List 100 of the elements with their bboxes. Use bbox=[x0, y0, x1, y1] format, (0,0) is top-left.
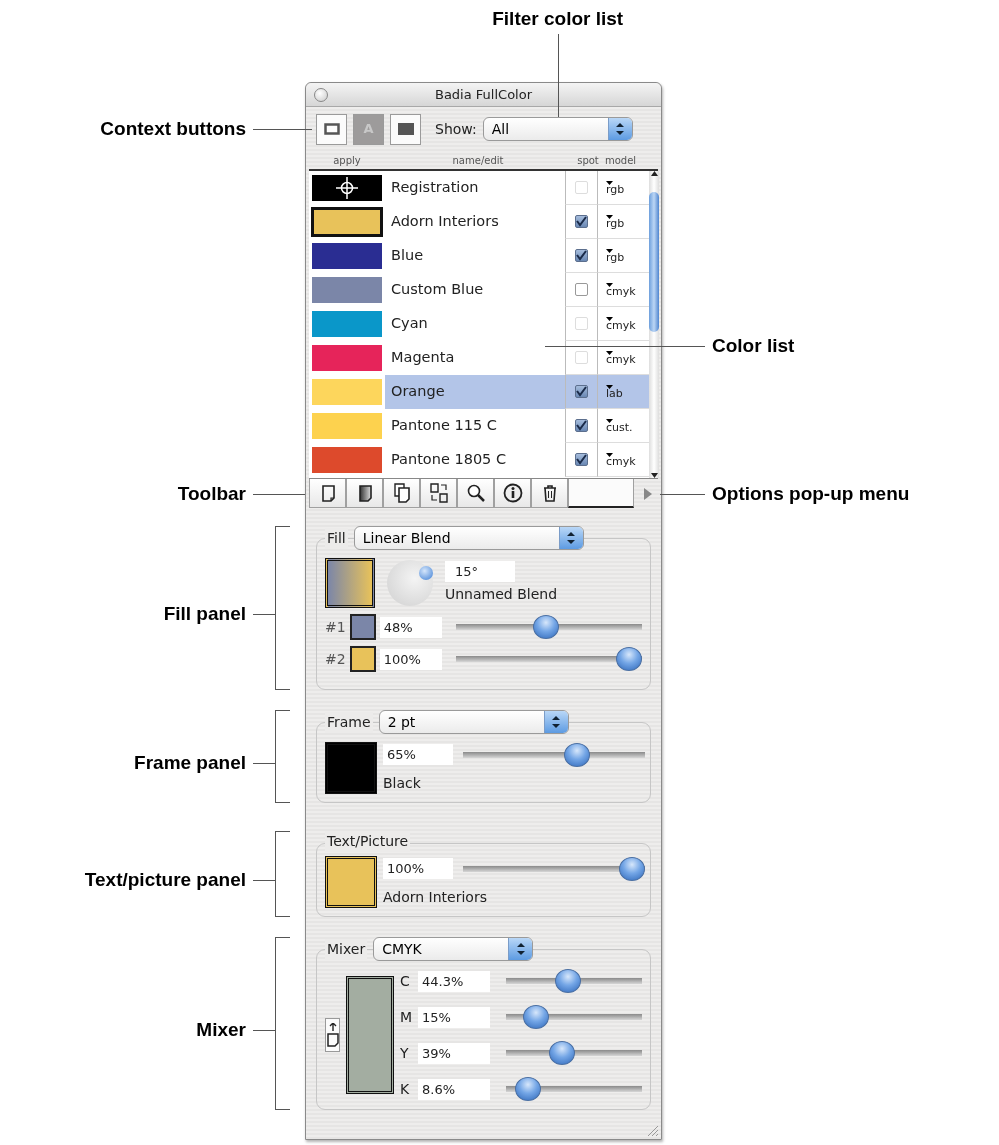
scrollbar[interactable] bbox=[649, 171, 659, 478]
color-model: cmyk bbox=[606, 354, 637, 365]
percent-field[interactable]: 48% bbox=[379, 616, 442, 638]
slider-thumb[interactable] bbox=[515, 1077, 542, 1101]
channel-label: K bbox=[400, 1079, 411, 1099]
toolbar-button[interactable] bbox=[494, 479, 531, 508]
toolbar-button[interactable] bbox=[420, 479, 457, 508]
angle-field[interactable]: 15° bbox=[445, 561, 515, 582]
color-row[interactable]: Custom Blue cmyk bbox=[309, 273, 649, 307]
color-swatch[interactable] bbox=[312, 379, 382, 405]
toolbar-button[interactable] bbox=[383, 479, 420, 508]
spot-checkbox[interactable] bbox=[575, 283, 588, 296]
color-swatch[interactable] bbox=[312, 447, 382, 473]
percent-field[interactable]: 100% bbox=[379, 648, 442, 670]
percent-field[interactable]: 65% bbox=[383, 744, 453, 765]
color-name: Blue bbox=[391, 246, 424, 266]
slider-thumb[interactable] bbox=[522, 1005, 549, 1029]
color-name: Adorn Interiors bbox=[391, 212, 499, 232]
color-swatch[interactable] bbox=[312, 345, 382, 371]
context-button[interactable] bbox=[390, 113, 421, 145]
color-model: rgb bbox=[606, 218, 626, 229]
toolbar-button[interactable] bbox=[309, 479, 346, 508]
leader-line bbox=[253, 614, 275, 615]
percent-field[interactable]: 15% bbox=[418, 1006, 490, 1028]
toolbar-button[interactable] bbox=[457, 479, 494, 508]
blend-name: Unnamed Blend bbox=[445, 585, 558, 604]
spot-checkbox[interactable] bbox=[575, 215, 588, 228]
blend-swatch bbox=[325, 558, 375, 608]
color-row[interactable]: Pantone 1805 C cmyk bbox=[309, 443, 649, 477]
leader-line bbox=[253, 762, 275, 764]
column-header: spot bbox=[576, 153, 600, 168]
triangle-marker-icon bbox=[606, 248, 613, 253]
color-swatch[interactable] bbox=[312, 243, 382, 269]
show-label: Show: bbox=[435, 119, 477, 139]
color-name: Pantone 1805 C bbox=[391, 450, 507, 470]
duplicate-pages-icon bbox=[391, 483, 412, 503]
panel-label: Fill bbox=[325, 527, 348, 549]
up-arrow-icon bbox=[650, 171, 658, 176]
percent-field[interactable]: 100% bbox=[383, 858, 453, 879]
color-model: cmyk bbox=[606, 320, 637, 331]
context-button[interactable] bbox=[316, 113, 347, 145]
triangle-marker-icon bbox=[606, 282, 613, 287]
color-row[interactable]: Pantone 115 C cust. bbox=[309, 409, 649, 443]
color-swatch[interactable] bbox=[312, 413, 382, 439]
spot-checkbox[interactable] bbox=[575, 249, 588, 262]
slider-thumb[interactable] bbox=[619, 856, 645, 881]
close-button[interactable] bbox=[314, 87, 328, 102]
spot-checkbox[interactable] bbox=[575, 453, 588, 466]
callout-label: Frame panel bbox=[134, 751, 246, 774]
slider-thumb[interactable] bbox=[532, 615, 559, 639]
slider[interactable] bbox=[456, 647, 642, 671]
color-model: rgb bbox=[606, 184, 626, 195]
color-model-dropdown[interactable]: CMYK bbox=[373, 937, 534, 961]
percent-field[interactable]: 8.6% bbox=[418, 1078, 490, 1100]
color-swatch[interactable] bbox=[312, 277, 382, 303]
slider-thumb[interactable] bbox=[564, 742, 591, 767]
panel-label: Mixer bbox=[325, 938, 368, 960]
leader-line bbox=[253, 880, 275, 881]
slider-thumb[interactable] bbox=[616, 647, 642, 671]
color-model: cust. bbox=[606, 422, 634, 433]
color-name: Pantone 115 C bbox=[391, 416, 497, 436]
fill-type-dropdown[interactable]: Linear Blend bbox=[353, 526, 584, 550]
crosshair-icon bbox=[336, 177, 358, 199]
window-title: Badia FullColor bbox=[434, 85, 533, 104]
color-name: Cyan bbox=[391, 314, 428, 334]
color-swatch[interactable] bbox=[312, 311, 382, 337]
color-row[interactable]: Adorn Interiors rgb bbox=[309, 205, 649, 239]
color-swatch[interactable] bbox=[312, 175, 382, 201]
callout-label: Color list bbox=[712, 335, 795, 357]
color-row[interactable]: Registration rgb bbox=[309, 171, 649, 205]
filter-dropdown[interactable]: All bbox=[482, 117, 633, 141]
channel-label: M bbox=[400, 1007, 414, 1027]
color-row[interactable]: Blue rgb bbox=[309, 239, 649, 273]
scrollbar-thumb[interactable] bbox=[649, 192, 659, 332]
updown-arrows-icon bbox=[567, 532, 576, 544]
triangle-marker-icon bbox=[606, 180, 613, 185]
slider-thumb[interactable] bbox=[548, 1041, 575, 1065]
frame-width-dropdown[interactable]: 2 pt bbox=[378, 710, 569, 734]
color-name: Custom Blue bbox=[391, 280, 484, 300]
toolbar-button[interactable] bbox=[346, 479, 383, 508]
color-name: Black bbox=[383, 773, 422, 793]
callout-label: Options pop-up menu bbox=[712, 482, 910, 505]
slider-thumb[interactable] bbox=[554, 969, 581, 993]
slider[interactable] bbox=[463, 856, 645, 881]
spot-checkbox[interactable] bbox=[575, 385, 588, 398]
spot-checkbox[interactable] bbox=[575, 419, 588, 432]
toolbar-button[interactable] bbox=[531, 479, 568, 508]
right-triangle-icon bbox=[644, 487, 652, 500]
add-color-button[interactable] bbox=[325, 1018, 340, 1052]
leader-line bbox=[660, 493, 705, 495]
down-arrow-icon bbox=[650, 473, 658, 478]
percent-field[interactable]: 39% bbox=[418, 1042, 490, 1064]
color-row[interactable]: Cyan cmyk bbox=[309, 307, 649, 341]
triangle-marker-icon bbox=[606, 418, 613, 423]
color-name: Adorn Interiors bbox=[383, 887, 488, 907]
callout-label: Mixer bbox=[196, 1018, 246, 1041]
color-swatch[interactable] bbox=[311, 207, 383, 237]
info-icon bbox=[502, 483, 523, 503]
percent-field[interactable]: 44.3% bbox=[418, 970, 490, 992]
color-model: lab bbox=[606, 388, 624, 399]
